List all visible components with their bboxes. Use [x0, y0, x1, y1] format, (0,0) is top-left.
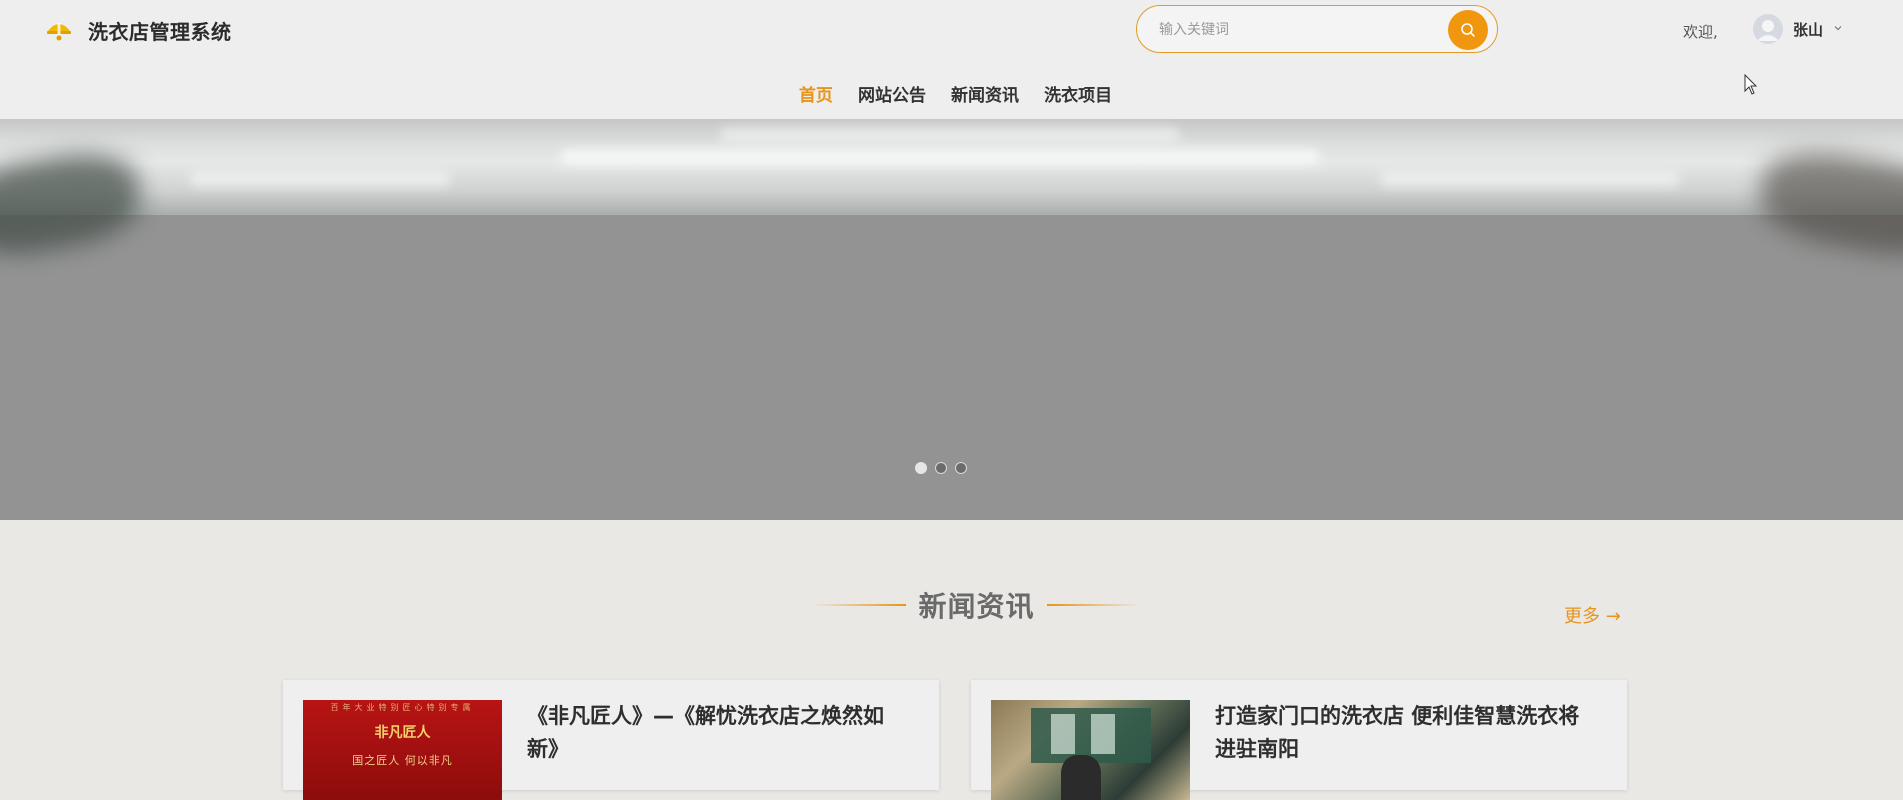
app-title: 洗衣店管理系统: [88, 20, 232, 44]
nav-item-news[interactable]: 新闻资讯: [951, 81, 1019, 106]
banner-carousel[interactable]: [0, 119, 1903, 520]
user-avatar-icon: [1753, 14, 1783, 44]
news-thumbnail: [991, 700, 1190, 800]
search-input[interactable]: [1157, 19, 1431, 41]
nav-item-announcements[interactable]: 网站公告: [858, 81, 926, 106]
laundry-bell-icon: [47, 23, 71, 41]
search-box: [1136, 5, 1498, 53]
thumbnail-slogan: 国之匠人 何以非凡: [352, 754, 453, 767]
news-thumbnail: 百年大业特别匠心特别专属 非凡匠人 国之匠人 何以非凡: [303, 700, 502, 800]
title-divider-right: [1046, 604, 1142, 606]
mouse-cursor-icon: [1744, 74, 1758, 95]
thumbnail-caption: 百年大业特别匠心特别专属: [330, 703, 475, 712]
carousel-dot-3[interactable]: [955, 462, 967, 474]
chevron-down-icon[interactable]: [1832, 22, 1844, 34]
banner-image: [0, 119, 1903, 266]
welcome-text: 欢迎,: [1683, 23, 1718, 41]
carousel-dot-2[interactable]: [935, 462, 947, 474]
carousel-dots: [915, 459, 975, 478]
search-icon: [1461, 23, 1475, 37]
user-name[interactable]: 张山: [1793, 19, 1823, 40]
main-nav: 首页 网站公告 新闻资讯 洗衣项目: [0, 81, 1903, 106]
nav-item-home[interactable]: 首页: [799, 81, 833, 106]
carousel-dot-1[interactable]: [915, 462, 927, 474]
search-button[interactable]: [1448, 10, 1488, 50]
more-link[interactable]: 更多 →: [1564, 602, 1621, 628]
header: 洗衣店管理系统 欢迎, 张山 首页 网站公告 新闻资讯 洗衣项目: [0, 0, 1903, 119]
news-card-title[interactable]: 《非凡匠人》—《解忧洗衣店之焕然如新》: [527, 700, 907, 766]
news-card-title[interactable]: 打造家门口的洗衣店 便利佳智慧洗衣将进驻南阳: [1215, 700, 1595, 766]
nav-item-laundry-items[interactable]: 洗衣项目: [1044, 81, 1112, 106]
avatar[interactable]: [1753, 14, 1783, 44]
thumbnail-logo: 非凡匠人: [374, 725, 431, 741]
title-divider-left: [811, 604, 907, 606]
section-title-text: 新闻资讯: [918, 590, 1035, 623]
